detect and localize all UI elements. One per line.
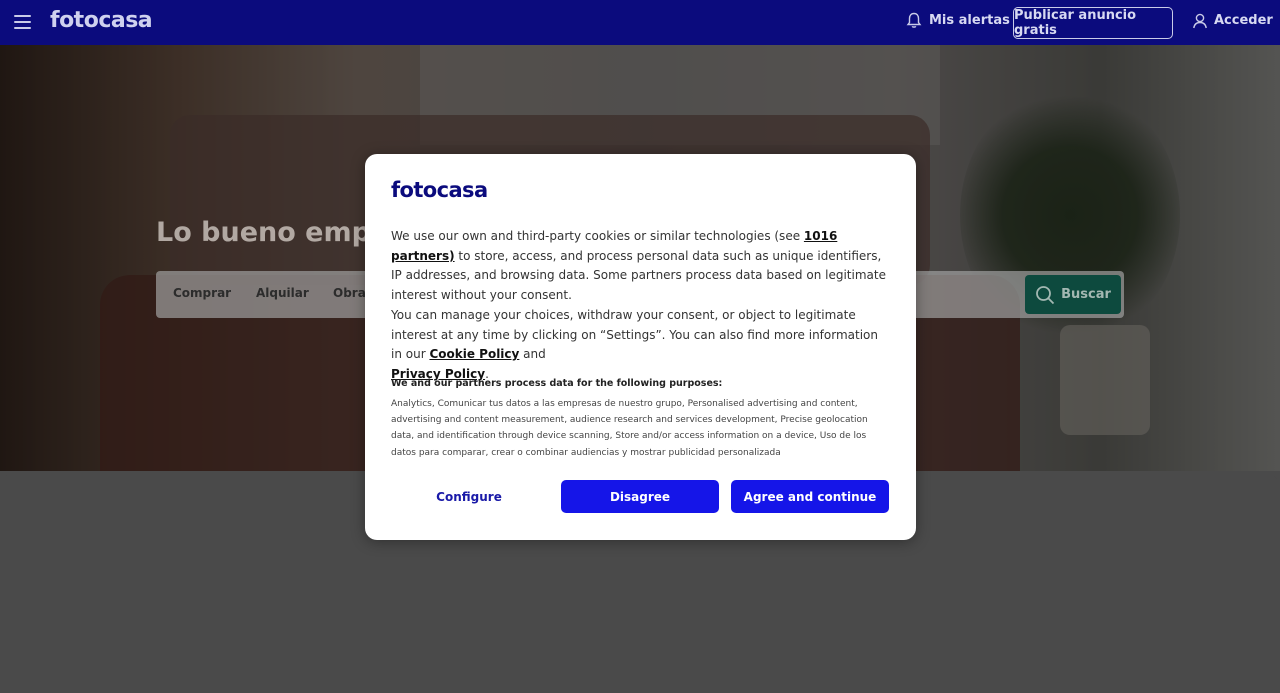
search-button[interactable]: Buscar [1025,275,1121,314]
login-label: Acceder [1214,13,1273,28]
consent-description: We use our own and third-party cookies o… [391,227,891,385]
consent-text-part: to store, access, and process personal d… [391,248,886,303]
hero-title: Lo bueno empie [156,217,399,248]
login-link[interactable]: Acceder [1192,12,1273,29]
publish-ad-button[interactable]: Publicar anuncio gratis [1013,7,1173,39]
site-logo[interactable]: fotocasa [50,8,153,33]
purposes-heading: We and our partners process data for the… [391,378,723,389]
consent-text-part: We use our own and third-party cookies o… [391,229,804,243]
configure-button[interactable]: Configure [391,480,547,513]
top-navbar: fotocasa Mis alertas Publicar anuncio gr… [0,0,1280,45]
dialog-logo: fotocasa [391,178,488,202]
user-icon [1193,13,1207,29]
cookie-policy-link[interactable]: Cookie Policy [429,347,519,361]
consent-text-part: and [519,347,546,362]
alerts-link[interactable]: Mis alertas [906,12,1010,29]
tab-comprar[interactable]: Comprar [173,286,231,300]
alerts-label: Mis alertas [929,13,1010,28]
disagree-button[interactable]: Disagree [561,480,719,513]
bell-icon [906,12,922,28]
search-icon [1036,285,1055,304]
hamburger-menu-icon[interactable] [14,15,31,29]
purposes-list: Analytics, Comunicar tus datos a las emp… [391,399,868,458]
tab-alquilar[interactable]: Alquilar [256,286,309,300]
cookie-consent-dialog: fotocasa We use our own and third-party … [365,154,916,540]
agree-button[interactable]: Agree and continue [731,480,889,513]
tab-obra[interactable]: Obra [333,286,366,300]
search-button-label: Buscar [1061,287,1111,302]
